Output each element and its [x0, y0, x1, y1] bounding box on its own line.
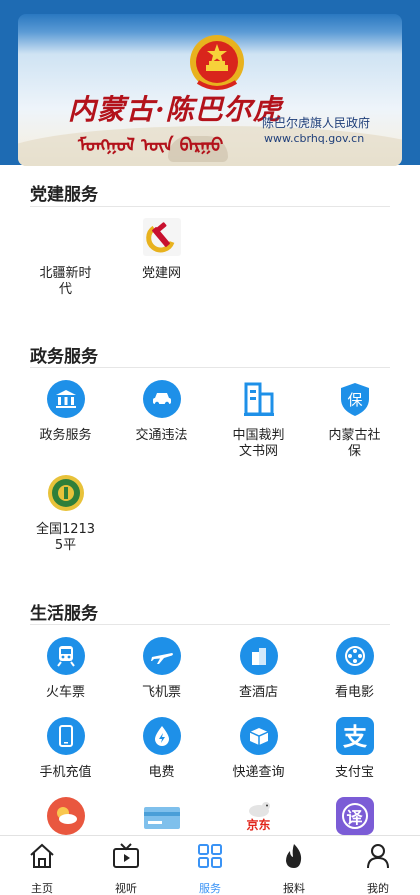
section-title-life: 生活服务 [30, 604, 98, 624]
svg-text:支: 支 [343, 723, 368, 751]
tab-label: 我的 [367, 882, 389, 895]
tile-label: 手机充值 [39, 765, 92, 780]
fire-icon [286, 844, 302, 868]
tile-label: 党建网 [141, 266, 181, 281]
tab-video[interactable]: 视听 [84, 842, 168, 895]
tab-report[interactable]: 报料 [252, 842, 336, 895]
gov-banner[interactable]: 内蒙古·陈巴尔虎 ᠮᠣᠩᠭᠣᠯ ᠦᠨ ᠪᠠᠷᠭᠤ 陈巴尔虎旗人民政府 www.c… [18, 14, 402, 166]
tile-label: 政务服务 [39, 428, 92, 443]
hammer-sickle-icon [142, 218, 181, 256]
tile-weather[interactable] [17, 797, 114, 835]
package-icon [239, 717, 278, 755]
tab-label: 主页 [31, 882, 53, 895]
tile-label: 看电影 [334, 685, 374, 700]
tab-mine[interactable]: 我的 [336, 842, 420, 895]
tile-alipay[interactable]: 支 支付宝 [306, 717, 403, 781]
consumer-protection-icon [47, 474, 85, 512]
tile-jd[interactable]: 京东 [210, 797, 307, 835]
user-icon [367, 844, 389, 869]
home-icon [30, 843, 54, 868]
section-title-party: 党建服务 [30, 185, 98, 205]
car-icon [142, 380, 181, 418]
banner-gov-name: 陈巴尔虎旗人民政府 [262, 116, 371, 130]
tile-label: 飞机票 [141, 685, 181, 700]
life-service-section: 生活服务 火车票 飞机票 查酒店 看电影 手机充值 电费 快递查询 支 支付宝 … [0, 585, 420, 835]
tile-label: 交通违法 [135, 428, 188, 443]
tab-label: 服务 [199, 882, 221, 895]
weather-icon [46, 797, 85, 835]
newspaper-icon [47, 218, 85, 256]
tab-label: 视听 [115, 882, 137, 895]
tile-label: 中国裁判文书网 [232, 428, 285, 459]
svg-text:保: 保 [347, 391, 362, 409]
tile-label: 电费 [148, 765, 175, 780]
electricity-icon [142, 717, 181, 755]
film-reel-icon [335, 637, 374, 675]
banner-gov-url: www.cbrhq.gov.cn [264, 132, 365, 145]
alipay-icon: 支 [335, 717, 374, 755]
tile-hotel-search[interactable]: 查酒店 [210, 637, 307, 701]
tile-traffic-violation[interactable]: 交通违法 [113, 380, 210, 444]
tile-label: 火车票 [45, 685, 85, 700]
section-divider [30, 624, 390, 625]
tile-plane-ticket[interactable]: 飞机票 [113, 637, 210, 701]
tile-china-judgements[interactable]: 中国裁判文书网 [210, 380, 307, 460]
court-building-icon [240, 380, 278, 418]
social-security-icon: 保 [336, 380, 374, 418]
tile-movie[interactable]: 看电影 [306, 637, 403, 701]
section-divider [30, 206, 390, 207]
party-service-section: 党建服务 北疆新时代 党建网 [0, 166, 420, 316]
tile-label: 全国12135平 [35, 522, 96, 553]
tile-label: 快递查询 [232, 765, 285, 780]
tile-gov-service[interactable]: 政务服务 [17, 380, 114, 444]
tile-label: 查酒店 [238, 685, 278, 700]
tile-express-query[interactable]: 快递查询 [210, 717, 307, 781]
tab-service[interactable]: 服务 [168, 842, 252, 895]
translate-logo-text: 译 [341, 803, 368, 829]
bottom-tab-bar: 主页 视听 服务 报料 我的 [0, 835, 420, 895]
phone-icon [46, 717, 85, 755]
airplane-icon [142, 637, 181, 675]
tile-party-building-net[interactable]: 党建网 [113, 218, 210, 282]
tile-label: 支付宝 [334, 765, 374, 780]
banner-calligraphy-title: 内蒙古·陈巴尔虎 [68, 93, 282, 126]
tile-label: 内蒙古社保 [328, 428, 381, 459]
jd-logo-text: 京东 [246, 818, 271, 832]
train-icon [46, 637, 85, 675]
tile-card-service[interactable] [113, 797, 210, 835]
tile-label: 北疆新时代 [39, 266, 92, 297]
tile-translate[interactable]: 译 [306, 797, 403, 835]
section-title-gov: 政务服务 [30, 347, 98, 367]
jd-icon: 京东 [240, 797, 278, 835]
hotel-icon [239, 637, 278, 675]
tile-phone-recharge[interactable]: 手机充值 [17, 717, 114, 781]
banner-mongolian-text: ᠮᠣᠩᠭᠣᠯ ᠦᠨ ᠪᠠᠷᠭᠤ [78, 135, 224, 156]
tv-icon [113, 843, 139, 868]
card-icon [143, 797, 181, 835]
tab-home[interactable]: 主页 [0, 842, 84, 895]
government-building-icon [46, 380, 85, 418]
tile-inner-mongolia-social-security[interactable]: 保 内蒙古社保 [306, 380, 403, 460]
tile-electricity-fee[interactable]: 电费 [113, 717, 210, 781]
tile-national-12135[interactable]: 全国12135平 [17, 474, 114, 554]
gov-service-section: 政务服务 政务服务 交通违法 中国裁判文书网 保 内蒙古社保 全国12135平 [0, 328, 420, 578]
section-divider [30, 367, 390, 368]
tile-beijiang-new-era[interactable]: 北疆新时代 [17, 218, 114, 298]
tab-label: 报料 [283, 882, 305, 895]
national-emblem-icon [190, 35, 244, 90]
grid-icon [198, 844, 222, 868]
translate-icon: 译 [335, 797, 374, 835]
tile-train-ticket[interactable]: 火车票 [17, 637, 114, 701]
